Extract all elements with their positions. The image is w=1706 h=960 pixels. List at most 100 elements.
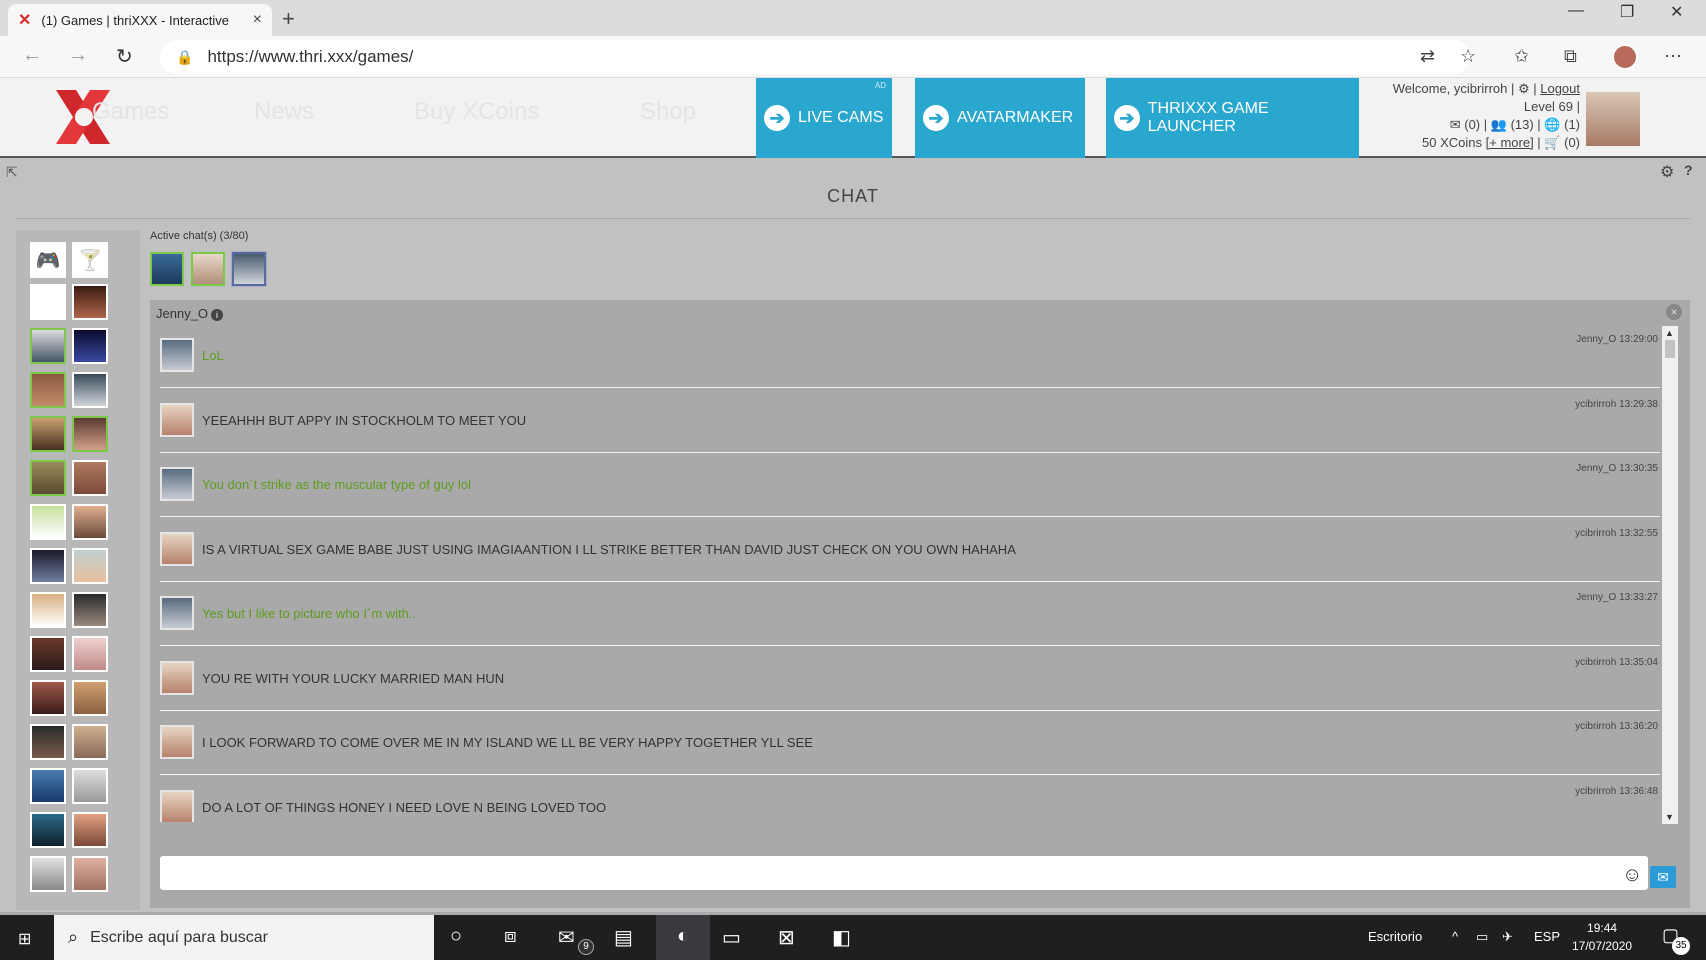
contact-avatar[interactable] — [72, 636, 108, 672]
mail-icon[interactable]: ✉ — [1450, 117, 1461, 132]
file-explorer-icon[interactable]: ▭ — [722, 925, 741, 950]
windows-start-icon[interactable]: ⊞ — [18, 929, 31, 949]
scroll-thumb[interactable] — [1665, 340, 1675, 358]
cocktail-icon[interactable]: 🍸 — [72, 242, 108, 278]
chat-partner-name[interactable]: Jenny_O i — [156, 306, 224, 321]
browser-tab[interactable]: ✕ (1) Games | thriXXX - Interactive × — [8, 4, 272, 36]
message-scrollbar[interactable]: ▲ ▼ — [1662, 326, 1678, 824]
favorite-star-icon[interactable]: ☆ — [1460, 46, 1476, 67]
translate-icon[interactable]: ⇄ — [1420, 46, 1435, 67]
nav-shop[interactable]: Shop — [640, 98, 696, 126]
contact-avatar[interactable] — [72, 372, 108, 408]
close-chat-icon[interactable]: × — [1666, 304, 1682, 320]
airplane-mode-icon[interactable]: ✈ — [1502, 929, 1513, 945]
world-count[interactable]: (1) — [1564, 117, 1580, 132]
contact-avatar[interactable] — [30, 680, 66, 716]
active-chat-avatar[interactable] — [150, 252, 184, 286]
message-sender-avatar[interactable] — [160, 789, 194, 822]
more-xcoins-link[interactable]: [+ more] — [1486, 135, 1534, 150]
contact-avatar[interactable] — [72, 592, 108, 628]
contact-avatar[interactable] — [72, 460, 108, 496]
contact-avatar[interactable] — [30, 592, 66, 628]
task-view-icon[interactable]: ⧈ — [504, 925, 517, 948]
friends-count[interactable]: (13) | — [1511, 117, 1541, 132]
message-sender-avatar[interactable] — [160, 531, 194, 566]
reload-icon[interactable]: ↻ — [116, 44, 133, 69]
nav-games[interactable]: Games — [92, 98, 169, 126]
avatarmaker-button[interactable]: ➔ AVATARMAKER — [915, 78, 1085, 158]
favorites-list-icon[interactable]: ✩ — [1514, 46, 1529, 67]
contact-avatar[interactable] — [72, 768, 108, 804]
messages-count[interactable]: (0) | — [1464, 117, 1487, 132]
more-menu-icon[interactable]: ⋯ — [1664, 46, 1682, 67]
scroll-down-arrow-icon[interactable]: ▼ — [1665, 812, 1674, 822]
system-clock[interactable]: 19:44 17/07/2020 — [1572, 919, 1632, 955]
contact-avatar[interactable] — [72, 680, 108, 716]
active-chat-avatar-current[interactable] — [232, 252, 266, 286]
contact-avatar[interactable] — [72, 504, 108, 540]
battery-icon[interactable]: ▭ — [1476, 929, 1488, 945]
contact-avatar[interactable] — [72, 328, 108, 364]
contact-avatar[interactable] — [30, 856, 66, 892]
live-cams-button[interactable]: ➔ LIVE CAMS AD — [756, 78, 892, 158]
emoji-smiley-icon[interactable]: ☺ — [1622, 864, 1642, 887]
user-avatar[interactable] — [1586, 92, 1640, 146]
message-list[interactable]: LoL Jenny_O 13:29:00 YEEAHHH BUT APPY IN S… — [160, 324, 1660, 822]
message-sender-avatar[interactable] — [160, 660, 194, 695]
game-launcher-button[interactable]: ➔ THRIXXX GAME LAUNCHER — [1106, 78, 1359, 158]
contact-avatar[interactable] — [72, 812, 108, 848]
contact-avatar[interactable] — [30, 636, 66, 672]
contact-avatar[interactable] — [72, 856, 108, 892]
contact-avatar[interactable] — [30, 284, 66, 320]
message-sender-avatar[interactable] — [160, 596, 194, 630]
settings-gear-icon[interactable]: ⚙ — [1518, 81, 1530, 96]
info-icon[interactable]: i — [211, 309, 224, 321]
maximize-icon[interactable]: ❐ — [1620, 2, 1634, 22]
contact-avatar[interactable] — [72, 416, 108, 452]
minimize-icon[interactable]: — — [1568, 2, 1584, 20]
new-tab-button[interactable]: + — [282, 6, 295, 32]
contact-avatar[interactable] — [30, 328, 66, 364]
gamepad-icon[interactable]: 🎮 — [30, 242, 66, 278]
contact-avatar[interactable] — [30, 812, 66, 848]
contact-avatar[interactable] — [30, 504, 66, 540]
cortana-icon[interactable]: ○ — [450, 925, 462, 948]
message-sender-avatar[interactable] — [160, 725, 194, 759]
contact-avatar[interactable] — [30, 460, 66, 496]
contact-avatar[interactable] — [30, 416, 66, 452]
show-hidden-icons-icon[interactable]: ^ — [1452, 929, 1458, 944]
contact-avatar[interactable] — [30, 548, 66, 584]
taskbar-search[interactable]: ⌕ Escribe aquí para buscar — [54, 915, 434, 960]
nav-buy-xcoins[interactable]: Buy XCoins — [414, 98, 539, 126]
edge-browser-icon[interactable]: ◐ — [656, 915, 710, 960]
chat-settings-gear-icon[interactable]: ⚙ — [1660, 162, 1674, 182]
back-icon[interactable]: ← — [22, 44, 42, 67]
contact-avatar[interactable] — [30, 768, 66, 804]
chat-message-input[interactable] — [160, 856, 1648, 890]
help-icon[interactable]: ? — [1684, 162, 1693, 178]
active-chat-avatar[interactable] — [191, 252, 225, 286]
contact-avatar[interactable] — [30, 724, 66, 760]
browser-profile-avatar[interactable] — [1612, 44, 1638, 70]
cart-icon[interactable]: 🛒 — [1544, 135, 1560, 150]
store-app-icon[interactable]: ◧ — [832, 925, 851, 950]
forward-icon[interactable]: → — [68, 44, 88, 67]
mail-app-icon[interactable]: ✉ — [558, 925, 575, 950]
close-tab-icon[interactable]: × — [253, 11, 262, 29]
message-sender-avatar[interactable] — [160, 402, 194, 437]
news-app-icon[interactable]: ▤ — [614, 925, 633, 950]
globe-icon[interactable]: 🌐 — [1544, 117, 1560, 132]
contact-avatar[interactable] — [72, 724, 108, 760]
close-window-icon[interactable]: ✕ — [1670, 2, 1683, 22]
language-indicator[interactable]: ESP — [1534, 929, 1560, 944]
url-bar[interactable]: 🔒 https://www.thri.xxx/games/ — [160, 40, 1470, 74]
message-sender-avatar[interactable] — [160, 338, 194, 372]
contact-avatar[interactable] — [72, 284, 108, 320]
collections-icon[interactable]: ⧉ — [1564, 46, 1577, 67]
contact-avatar[interactable] — [30, 372, 66, 408]
logout-link[interactable]: Logout — [1540, 81, 1580, 96]
thrixxx-app-icon[interactable]: ⊠ — [778, 925, 795, 950]
scroll-up-arrow-icon[interactable]: ▲ — [1665, 328, 1674, 338]
contact-avatar[interactable] — [72, 548, 108, 584]
message-sender-avatar[interactable] — [160, 467, 194, 501]
